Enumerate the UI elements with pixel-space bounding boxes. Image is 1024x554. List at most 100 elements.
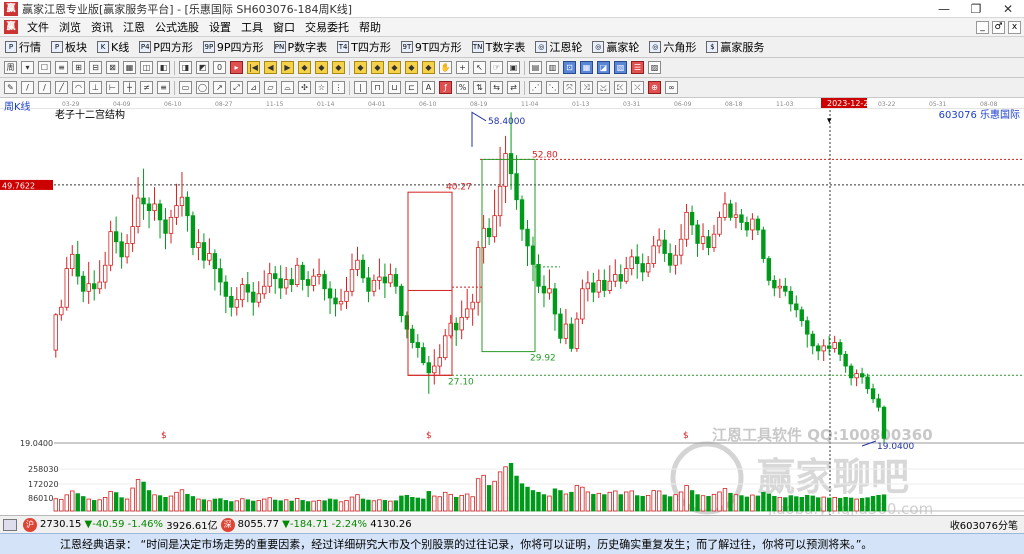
mdi-close-button[interactable]: x: [1008, 20, 1021, 34]
chart-tool-23-icon[interactable]: ◆: [405, 61, 418, 74]
chart-tool-36-icon[interactable]: ☰: [631, 61, 644, 74]
draw-tool-0-icon[interactable]: ✎: [4, 81, 17, 94]
tab-9[interactable]: ◎ 江恩轮: [530, 39, 587, 55]
chart-tool-6-icon[interactable]: ⊠: [106, 61, 119, 74]
draw-tool-4-icon[interactable]: ◠: [72, 81, 85, 94]
draw-tool-35-icon[interactable]: ⤪: [614, 81, 627, 94]
minimize-button[interactable]: —: [928, 0, 960, 18]
chart-tool-4-icon[interactable]: ⊞: [72, 61, 85, 74]
chart-tool-32-icon[interactable]: ⊡: [563, 61, 576, 74]
draw-tool-28-icon[interactable]: ⇆: [490, 81, 503, 94]
chart-tool-7-icon[interactable]: ▦: [123, 61, 136, 74]
draw-tool-12-icon[interactable]: ↗: [213, 81, 226, 94]
mdi-minimize-button[interactable]: _: [976, 20, 989, 34]
chart-tool-5-icon[interactable]: ⊟: [89, 61, 102, 74]
chart-tool-30-icon[interactable]: ▤: [529, 61, 542, 74]
chart-tool-20-icon[interactable]: ◆: [354, 61, 367, 74]
tab-11[interactable]: ◎ 六角形: [644, 39, 701, 55]
chart-tool-11-icon[interactable]: ◩: [196, 61, 209, 74]
chart-tool-15-icon[interactable]: ◀: [264, 61, 277, 74]
chart-tool-16-icon[interactable]: ▶: [281, 61, 294, 74]
chart-tool-8-icon[interactable]: ◫: [140, 61, 153, 74]
menu-file[interactable]: 文件: [22, 19, 54, 35]
draw-tool-30-icon[interactable]: ⋰: [529, 81, 542, 94]
draw-tool-21-icon[interactable]: ⊓: [371, 81, 384, 94]
tab-1[interactable]: P 板块: [46, 39, 92, 55]
draw-tool-26-icon[interactable]: %: [456, 81, 469, 94]
draw-tool-10-icon[interactable]: ▭: [179, 81, 192, 94]
tab-5[interactable]: PN P数字表: [269, 39, 333, 55]
chart-tool-27-icon[interactable]: ↖: [473, 61, 486, 74]
draw-tool-23-icon[interactable]: ⊏: [405, 81, 418, 94]
tab-10[interactable]: ◎ 赢家轮: [587, 39, 644, 55]
draw-tool-31-icon[interactable]: ⋱: [546, 81, 559, 94]
chart-tool-2-icon[interactable]: ☐: [38, 61, 51, 74]
draw-tool-19-icon[interactable]: ⋮: [332, 81, 345, 94]
chart-tool-3-icon[interactable]: ≡: [55, 61, 68, 74]
draw-tool-38-icon[interactable]: ∞: [665, 81, 678, 94]
chart-tool-35-icon[interactable]: ▧: [614, 61, 627, 74]
restore-button[interactable]: ❐: [960, 0, 992, 18]
draw-tool-11-icon[interactable]: ◯: [196, 81, 209, 94]
chart-tool-26-icon[interactable]: +: [456, 61, 469, 74]
draw-tool-32-icon[interactable]: ⤧: [563, 81, 576, 94]
chart-tool-19-icon[interactable]: ◆: [332, 61, 345, 74]
chart-tool-24-icon[interactable]: ◆: [422, 61, 435, 74]
draw-tool-2-icon[interactable]: ∕: [38, 81, 51, 94]
chart-tool-0-icon[interactable]: 周: [4, 61, 17, 74]
draw-tool-15-icon[interactable]: ▱: [264, 81, 277, 94]
chart-tool-31-icon[interactable]: ▥: [546, 61, 559, 74]
draw-tool-22-icon[interactable]: ⊔: [388, 81, 401, 94]
menu-help[interactable]: 帮助: [354, 19, 386, 35]
draw-tool-1-icon[interactable]: /: [21, 81, 34, 94]
draw-tool-33-icon[interactable]: ⤨: [580, 81, 593, 94]
tab-2[interactable]: K K线: [92, 39, 134, 55]
menu-window[interactable]: 窗口: [268, 19, 300, 35]
tab-7[interactable]: 9T 9T四方形: [396, 39, 467, 55]
draw-tool-3-icon[interactable]: ╱: [55, 81, 68, 94]
menu-gann[interactable]: 江恩: [118, 19, 150, 35]
draw-tool-36-icon[interactable]: ⤫: [631, 81, 644, 94]
tab-0[interactable]: P 行情: [0, 39, 46, 55]
close-button[interactable]: ✕: [992, 0, 1024, 18]
tab-8[interactable]: TN T数字表: [467, 39, 531, 55]
chart-tool-34-icon[interactable]: ◪: [597, 61, 610, 74]
tick-detail-link[interactable]: 收603076分笔: [950, 517, 1018, 532]
tab-12[interactable]: $ 赢家服务: [701, 39, 769, 55]
chart-tool-17-icon[interactable]: ◆: [298, 61, 311, 74]
draw-tool-9-icon[interactable]: ≡: [157, 81, 170, 94]
grid-icon[interactable]: [3, 518, 17, 531]
mdi-restore-button[interactable]: ♂: [992, 20, 1005, 34]
menu-tools[interactable]: 工具: [236, 19, 268, 35]
chart-tool-1-icon[interactable]: ▾: [21, 61, 34, 74]
draw-tool-7-icon[interactable]: ┼: [123, 81, 136, 94]
draw-tool-16-icon[interactable]: ⌓: [281, 81, 294, 94]
menu-formula[interactable]: 公式选股: [150, 19, 204, 35]
chart-tool-33-icon[interactable]: ▦: [580, 61, 593, 74]
chart-tool-12-icon[interactable]: 0: [213, 61, 226, 74]
chart-tool-25-icon[interactable]: ✋: [439, 61, 452, 74]
chart-tool-28-icon[interactable]: ☞: [490, 61, 503, 74]
draw-tool-25-icon[interactable]: ƒ: [439, 81, 452, 94]
draw-tool-18-icon[interactable]: ☆: [315, 81, 328, 94]
menu-news[interactable]: 资讯: [86, 19, 118, 35]
draw-tool-34-icon[interactable]: ⤩: [597, 81, 610, 94]
draw-tool-6-icon[interactable]: ⊢: [106, 81, 119, 94]
tab-4[interactable]: 9P 9P四方形: [198, 39, 269, 55]
chart-tool-29-icon[interactable]: ▣: [507, 61, 520, 74]
tab-3[interactable]: P4 P四方形: [134, 39, 198, 55]
draw-tool-14-icon[interactable]: ⊿: [247, 81, 260, 94]
chart-tool-18-icon[interactable]: ◆: [315, 61, 328, 74]
chart-tool-37-icon[interactable]: ▨: [648, 61, 661, 74]
chart-tool-10-icon[interactable]: ◨: [179, 61, 192, 74]
draw-tool-8-icon[interactable]: ≠: [140, 81, 153, 94]
draw-tool-29-icon[interactable]: ⇄: [507, 81, 520, 94]
chart-tool-9-icon[interactable]: ◧: [157, 61, 170, 74]
chart-tool-21-icon[interactable]: ◆: [371, 61, 384, 74]
draw-tool-5-icon[interactable]: ⊥: [89, 81, 102, 94]
menu-settings[interactable]: 设置: [204, 19, 236, 35]
draw-tool-37-icon[interactable]: ⊕: [648, 81, 661, 94]
candlestick-chart[interactable]: 03-29 04-09 06-10 08-27 11-15 01-14 04-01 06-10…: [0, 98, 1024, 515]
tab-6[interactable]: T4 T四方形: [332, 39, 396, 55]
draw-tool-17-icon[interactable]: ✣: [298, 81, 311, 94]
